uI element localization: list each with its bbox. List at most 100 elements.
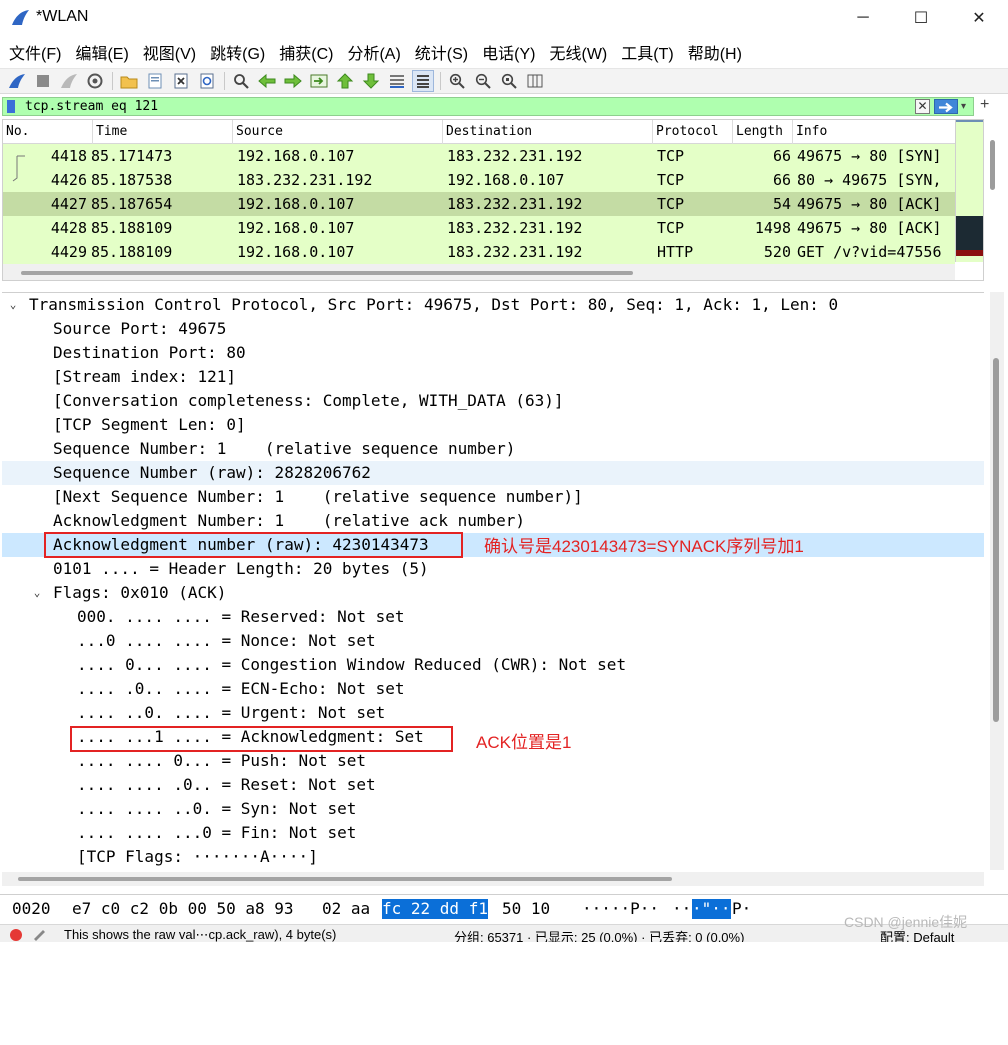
save-icon[interactable] [144,70,166,92]
scrollbar-thumb[interactable] [21,271,633,275]
open-folder-icon[interactable] [118,70,140,92]
shark-fin-icon[interactable] [6,70,28,92]
zoom-reset-icon[interactable] [498,70,520,92]
tree-item[interactable]: .... .... ..0. = Syn: Not set [2,797,984,821]
hex-ascii[interactable]: P· [732,899,751,919]
column-header-no[interactable]: No. [3,120,93,144]
hex-bytes[interactable]: 02 aa [322,899,370,919]
colorize-icon[interactable] [412,70,434,92]
bookmark-icon[interactable] [7,100,15,113]
tree-item[interactable]: Sequence Number: 1 (relative sequence nu… [2,437,984,461]
tree-item[interactable]: Destination Port: 80 [2,341,984,365]
column-header-time[interactable]: Time [93,120,233,144]
restart-icon[interactable] [58,70,80,92]
go-back-icon[interactable] [256,70,278,92]
resize-columns-icon[interactable] [524,70,546,92]
toolbar-separator [440,72,441,90]
column-header-info[interactable]: Info [793,120,955,144]
add-filter-button-icon[interactable]: + [980,96,989,114]
find-icon[interactable] [230,70,252,92]
filter-history-dropdown-icon[interactable]: ▾ [961,101,966,112]
packet-row-selected[interactable]: 4427 85.187654 192.168.0.107 183.232.231… [3,192,955,216]
menu-wireless[interactable]: 无线(W) [544,40,612,64]
packet-row[interactable]: 4426 85.187538 183.232.231.192 192.168.0… [3,168,955,192]
cell-length: 66 [772,171,791,189]
menu-telephony[interactable]: 电话(Y) [477,40,540,64]
scrollbar-thumb[interactable] [993,358,999,722]
packet-row[interactable]: 4428 85.188109 192.168.0.107 183.232.231… [3,216,955,240]
zoom-out-icon[interactable] [472,70,494,92]
menu-go[interactable]: 跳转(G) [205,40,270,64]
packet-row[interactable]: 4429 85.188109 192.168.0.107 183.232.231… [3,240,955,264]
tree-item[interactable]: Source Port: 49675 [2,317,984,341]
column-header-source[interactable]: Source [233,120,443,144]
tree-item[interactable]: .... .0.. .... = ECN-Echo: Not set [2,677,984,701]
packet-list-horizontal-scrollbar[interactable] [3,264,955,280]
menu-edit[interactable]: 编辑(E) [70,40,133,64]
apply-filter-icon[interactable] [934,99,958,114]
expand-arrow-icon[interactable]: ⌄ [30,581,44,605]
tree-item[interactable]: .... ..0. .... = Urgent: Not set [2,701,984,725]
autoscroll-icon[interactable] [386,70,408,92]
hex-bytes[interactable]: e7 c0 c2 0b 00 50 a8 93 [72,899,294,919]
menu-view[interactable]: 视图(V) [138,40,201,64]
tree-item[interactable]: 0101 .... = Header Length: 20 bytes (5) [2,557,984,581]
close-button[interactable]: ✕ [950,0,1008,36]
go-forward-icon[interactable] [282,70,304,92]
hex-bytes[interactable]: 50 10 [502,899,550,919]
expand-arrow-icon[interactable]: ⌄ [6,293,20,317]
close-file-icon[interactable] [170,70,192,92]
expert-info-icon[interactable] [10,929,22,941]
tree-item[interactable]: Sequence Number (raw): 2828206762 [2,461,984,485]
packet-list-vertical-scrollbar[interactable] [990,140,995,190]
tree-item[interactable]: [Next Sequence Number: 1 (relative seque… [2,485,984,509]
hex-ascii-selected[interactable]: ·"·· [692,899,731,919]
packet-details-tree: ⌄ Transmission Control Protocol, Src Por… [2,292,984,870]
tree-item[interactable]: .... .... .0.. = Reset: Not set [2,773,984,797]
tree-item[interactable]: 000. .... .... = Reserved: Not set [2,605,984,629]
details-vertical-scrollbar[interactable] [990,292,1004,870]
column-header-length[interactable]: Length [733,120,793,144]
menu-tools[interactable]: 工具(T) [616,40,678,64]
capture-comment-icon[interactable] [32,927,48,941]
first-packet-icon[interactable] [334,70,356,92]
menu-file[interactable]: 文件(F) [4,40,66,64]
tree-item-tcp[interactable]: ⌄ Transmission Control Protocol, Src Por… [2,293,984,317]
clear-filter-icon[interactable]: ✕ [915,99,930,114]
stop-icon[interactable] [32,70,54,92]
display-filter-field: ✕ ▾ [2,97,974,116]
packet-minimap[interactable] [955,120,983,262]
reload-icon[interactable] [196,70,218,92]
minimize-button[interactable]: ─ [834,0,892,36]
tree-item[interactable]: .... .... ...0 = Fin: Not set [2,821,984,845]
last-packet-icon[interactable] [360,70,382,92]
tree-item[interactable]: [Stream index: 121] [2,365,984,389]
maximize-button[interactable]: ☐ [892,0,950,36]
tree-item[interactable]: [TCP Segment Len: 0] [2,413,984,437]
menu-analyze[interactable]: 分析(A) [342,40,405,64]
go-to-packet-icon[interactable] [308,70,330,92]
column-header-protocol[interactable]: Protocol [653,120,733,144]
tree-item[interactable]: .... 0... .... = Congestion Window Reduc… [2,653,984,677]
column-header-destination[interactable]: Destination [443,120,653,144]
tree-item[interactable]: [TCP Flags: ·······A····] [2,845,984,869]
status-packet-counts: 分组: 65371 · 已显示: 25 (0.0%) · 已丢弃: 0 (0.0… [454,930,745,942]
tree-item[interactable]: ...0 .... .... = Nonce: Not set [2,629,984,653]
window-title: *WLAN [36,8,89,25]
menu-statistics[interactable]: 统计(S) [410,40,473,64]
cell-destination: 183.232.231.192 [447,195,583,213]
tree-item-flags[interactable]: ⌄ Flags: 0x010 (ACK) [2,581,984,605]
menu-capture[interactable]: 捕获(C) [274,40,338,64]
packet-row[interactable]: 4418 85.171473 192.168.0.107 183.232.231… [3,144,955,168]
menu-help[interactable]: 帮助(H) [683,40,747,64]
details-horizontal-scrollbar[interactable] [2,872,984,886]
hex-ascii[interactable]: ·· [672,899,691,919]
tree-item[interactable]: [Conversation completeness: Complete, WI… [2,389,984,413]
hex-ascii[interactable]: ·····P·· [582,899,659,919]
hex-bytes-selected[interactable]: fc 22 dd f1 [382,899,488,919]
options-icon[interactable] [84,70,106,92]
tree-item[interactable]: Acknowledgment Number: 1 (relative ack n… [2,509,984,533]
scrollbar-thumb[interactable] [18,877,672,881]
filter-input[interactable] [25,98,905,115]
zoom-in-icon[interactable] [446,70,468,92]
